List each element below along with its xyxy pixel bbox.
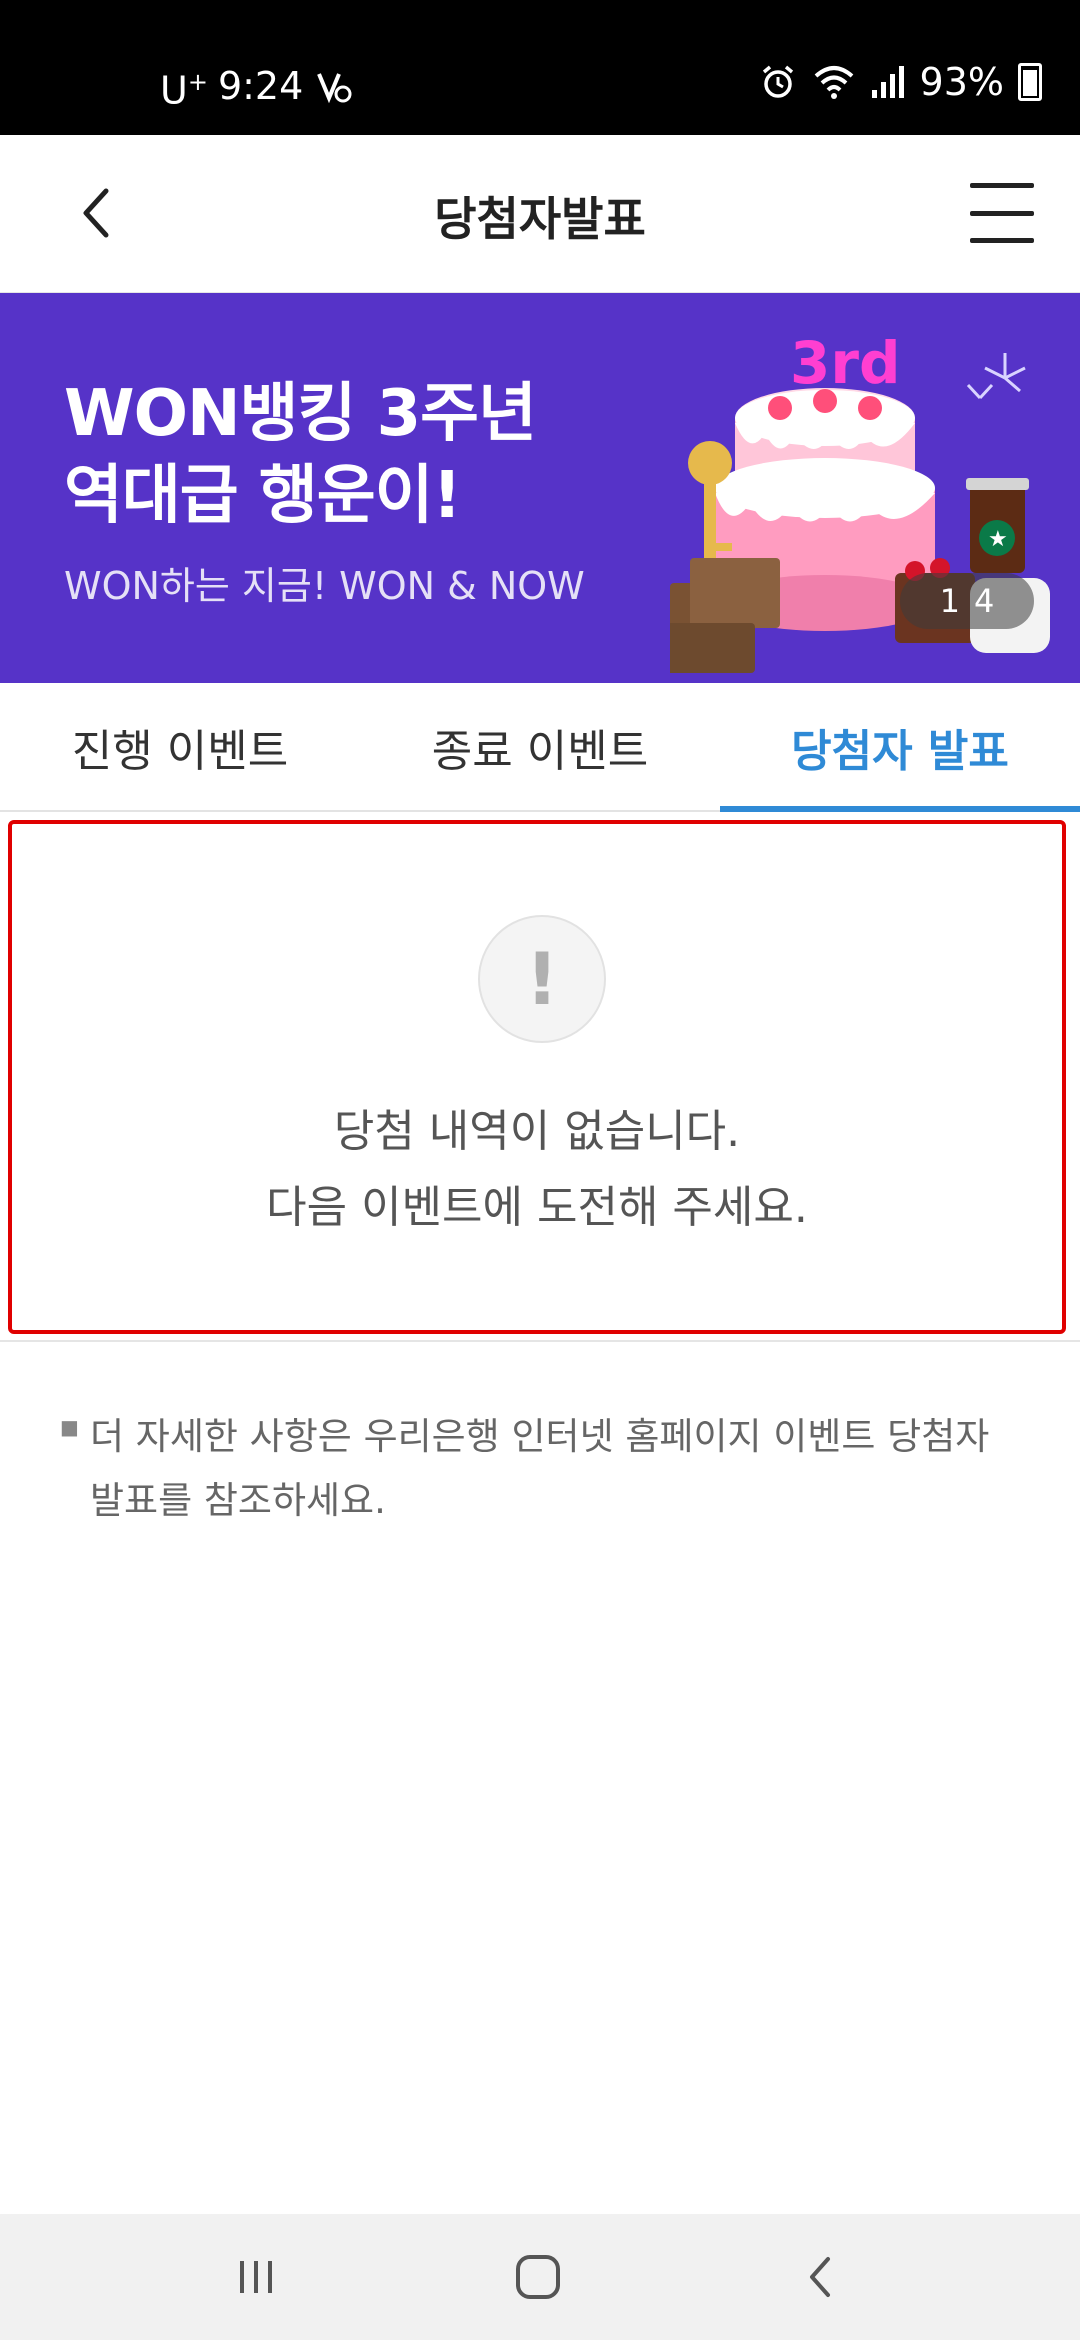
banner-title: WON뱅킹 3주년 역대급 행운이! — [64, 377, 537, 533]
back-arrow-icon — [810, 2257, 830, 2297]
carrier-name: U — [160, 68, 188, 113]
menu-button[interactable] — [970, 183, 1034, 243]
tab-ended-events[interactable]: 종료 이벤트 — [360, 683, 720, 810]
battery-icon — [1018, 63, 1042, 101]
system-nav-bar — [0, 2214, 1080, 2340]
section-divider — [0, 1340, 1080, 1342]
empty-state-line2: 다음 이벤트에 도전해 주세요. — [266, 1182, 808, 1233]
status-left: U+ 9:24 — [160, 58, 353, 115]
status-right: 93% — [758, 58, 1042, 106]
signal-icon — [871, 66, 904, 98]
page-title: 당첨자발표 — [434, 192, 646, 246]
empty-state-panel: ! 당첨 내역이 없습니다. 다음 이벤트에 도전해 주세요. — [8, 820, 1066, 1334]
svg-text:3rd: 3rd — [790, 329, 900, 397]
empty-state-line1: 당첨 내역이 없습니다. — [333, 1106, 741, 1157]
banner-subtitle: WON하는 지금! WON & NOW — [64, 564, 585, 608]
carrier-sup: + — [187, 68, 208, 96]
tab-bar: 진행 이벤트 종료 이벤트 당첨자 발표 — [0, 683, 1080, 812]
recent-apps-icon — [240, 2261, 272, 2293]
tab-winner-announcement[interactable]: 당첨자 발표 — [720, 683, 1080, 812]
bullet-icon: ■ — [60, 1415, 79, 1439]
home-button[interactable] — [498, 2242, 578, 2312]
clock-time: 9:24 — [217, 64, 304, 109]
banner-current-page: 1 — [939, 582, 960, 620]
status-bar: U+ 9:24 93% — [0, 0, 1080, 135]
alarm-icon — [762, 65, 793, 98]
info-note-text: 더 자세한 사항은 우리은행 인터넷 홈페이지 이벤트 당첨자 발표를 참조하세… — [90, 1415, 990, 1522]
system-back-button[interactable] — [780, 2242, 860, 2312]
wifi-icon — [814, 66, 853, 99]
hamburger-line — [970, 238, 1034, 243]
banner-page-indicator: 1 4 — [900, 573, 1034, 629]
carrier-label: U+ — [160, 58, 208, 115]
svg-text:★: ★ — [988, 527, 1008, 552]
app-header: 당첨자발표 — [0, 135, 1080, 294]
hamburger-line — [970, 183, 1034, 188]
recent-apps-button[interactable] — [216, 2242, 296, 2312]
promo-banner[interactable]: WON뱅킹 3주년 역대급 행운이! WON하는 지금! WON & NOW 3… — [0, 293, 1080, 683]
battery-percent: 93% — [919, 60, 1004, 104]
hamburger-line — [970, 210, 1034, 216]
info-note: ■ 더 자세한 사항은 우리은행 인터넷 홈페이지 이벤트 당첨자 발표를 참조… — [60, 1405, 1020, 1533]
banner-total-page: 4 — [974, 582, 995, 620]
notification-icon — [317, 73, 352, 104]
empty-state-message: 당첨 내역이 없습니다. 다음 이벤트에 도전해 주세요. — [12, 1094, 1062, 1246]
cake-illustration-icon: 3rd ★ — [670, 329, 1050, 673]
exclamation-icon: ! — [478, 915, 606, 1043]
home-icon — [516, 2255, 560, 2299]
tab-ongoing-events[interactable]: 진행 이벤트 — [0, 683, 360, 810]
